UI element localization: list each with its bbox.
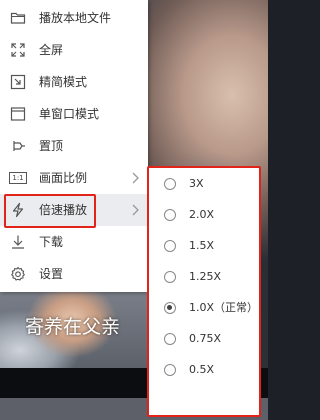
gear-icon [11,266,25,281]
radio-button[interactable] [164,333,176,345]
speed-option[interactable]: 1.25X [149,261,259,292]
compact-mode-icon [10,74,26,90]
menu-item-label: 单窗口模式 [39,107,100,121]
menu-item-aspect-ratio[interactable]: 1:1 画面比例 [0,162,148,194]
menu-item-label: 设置 [39,267,64,281]
aspect-ratio-icon: 1:1 [9,172,27,184]
speed-option-label: 0.5X [189,363,215,376]
speed-option-selected[interactable]: 1.0X（正常） [149,292,259,323]
download-icon [12,235,24,249]
speed-option-label: 0.75X [189,332,222,345]
radio-button[interactable] [164,271,176,283]
menu-item-label: 置顶 [39,139,64,153]
speed-option-label: 1.25X [189,270,222,283]
menu-item-compact-mode[interactable]: 精简模式 [0,66,148,98]
fullscreen-icon [11,43,25,57]
chevron-right-icon [132,204,139,216]
pin-icon [13,141,25,151]
speed-option[interactable]: 0.5X [149,354,259,385]
radio-button[interactable] [164,178,176,190]
menu-item-settings[interactable]: 设置 [0,258,148,290]
chevron-right-icon [132,172,139,184]
speed-option[interactable]: 3X [149,168,259,199]
menu-item-label: 下载 [39,235,64,249]
radio-button[interactable] [164,209,176,221]
menu-item-pin-top[interactable]: 置顶 [0,130,148,162]
radio-button[interactable] [164,364,176,376]
menu-item-single-window[interactable]: 单窗口模式 [0,98,148,130]
speed-option-label: 2.0X [189,208,215,221]
highlight-annotation [4,194,96,228]
menu-item-download[interactable]: 下载 [0,226,148,258]
menu-item-label: 画面比例 [39,171,88,185]
menu-item-play-local-file[interactable]: 播放本地文件 [0,2,148,34]
radio-button-checked[interactable] [164,302,176,314]
menu-item-label: 精简模式 [39,75,88,89]
folder-icon [10,12,26,24]
speed-option-label: 3X [189,177,204,190]
video-subtitle: 寄养在父亲 [25,316,121,338]
context-menu: 播放本地文件 全屏 精简模式 单窗口模式 置顶 1:1 画面比例 倍速播放 下载… [0,0,148,292]
speed-option[interactable]: 2.0X [149,199,259,230]
speed-option-label: 1.5X [189,239,215,252]
menu-item-fullscreen[interactable]: 全屏 [0,34,148,66]
playback-speed-submenu: 3X 2.0X 1.5X 1.25X 1.0X（正常） 0.75X 0.5X [147,166,261,417]
radio-button[interactable] [164,240,176,252]
speed-option-label: 1.0X（正常） [189,301,259,314]
speed-option[interactable]: 1.5X [149,230,259,261]
speed-option[interactable]: 0.75X [149,323,259,354]
menu-item-label: 播放本地文件 [39,11,112,25]
single-window-icon [10,107,26,121]
menu-item-label: 全屏 [39,43,64,57]
